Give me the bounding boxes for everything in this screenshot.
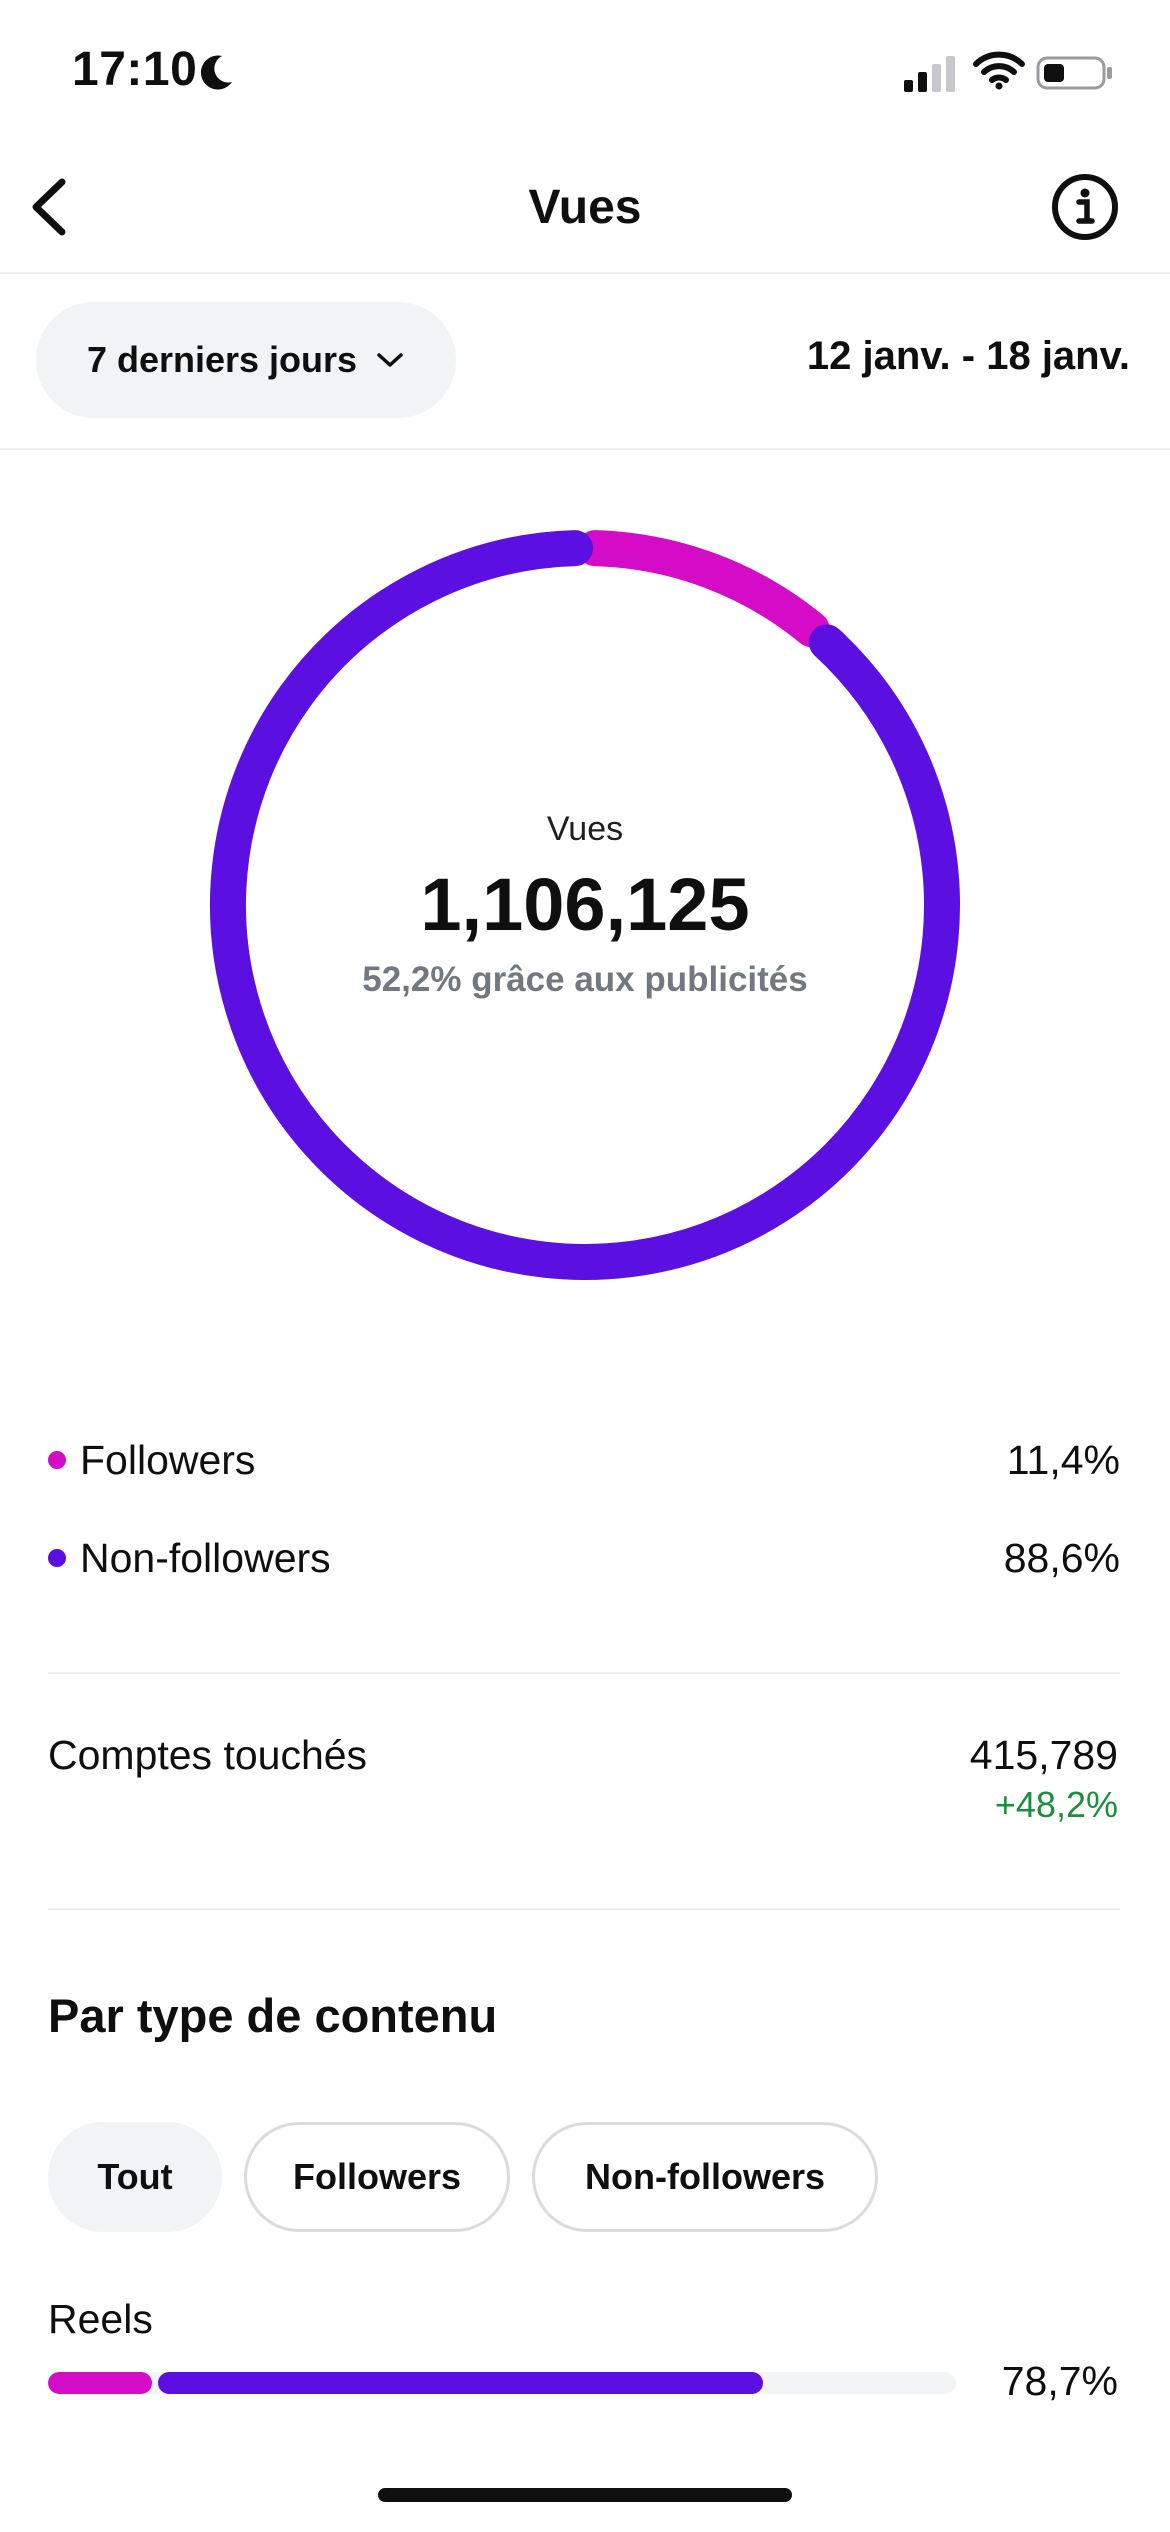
total-views-value: 1,106,125 <box>420 863 750 946</box>
followers-dot <box>48 1451 66 1469</box>
accounts-reached-value: 415,789 <box>969 1732 1118 1778</box>
legend-followers: Followers 11,4% <box>48 1430 1120 1490</box>
home-indicator <box>378 2488 792 2502</box>
ads-share-text: 52,2% grâce aux publicités <box>362 960 808 999</box>
donut-segment-followers <box>576 530 830 648</box>
accounts-reached-label: Comptes touchés <box>48 1732 368 1778</box>
donut-center-label: Vues <box>546 810 624 848</box>
filter-chip-followers[interactable]: Followers <box>244 2122 510 2232</box>
reels-value: 78,7% <box>1001 2358 1118 2404</box>
reels-progress-bar <box>48 2372 956 2394</box>
legend-non-followers: Non-followers 88,6% <box>48 1528 1120 1588</box>
accounts-reached-delta: +48,2% <box>994 1784 1118 1825</box>
views-donut-chart <box>210 530 960 1280</box>
filter-chip-non-followers[interactable]: Non-followers <box>532 2122 878 2232</box>
legend-label: Followers <box>80 1436 256 1483</box>
non-followers-dot <box>48 1549 66 1567</box>
legend-label: Non-followers <box>80 1534 331 1581</box>
legend-value: 11,4% <box>1006 1436 1120 1483</box>
content-type-title: Par type de contenu <box>48 1989 498 2042</box>
filter-chip-all[interactable]: Tout <box>48 2122 222 2232</box>
reels-followers-segment <box>48 2372 152 2394</box>
reels-label: Reels <box>48 2296 153 2342</box>
reels-non-followers-segment <box>157 2372 763 2394</box>
legend-divider <box>48 1672 1120 1674</box>
accounts-divider <box>48 1908 1120 1910</box>
legend-value: 88,6% <box>1003 1534 1120 1581</box>
